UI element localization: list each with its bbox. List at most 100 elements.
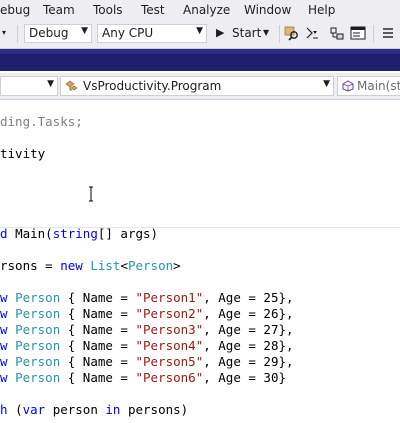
code-token: , Age = 30} — [203, 370, 287, 385]
chevron-down-icon: ▼ — [81, 26, 88, 36]
code-token: rsons = — [0, 258, 61, 273]
solution-config-value: Debug — [29, 26, 69, 40]
type-dropdown[interactable]: VsProductivity.Program ▼ — [60, 76, 334, 96]
toolbar-separator — [279, 25, 280, 43]
code-token: { Name = — [60, 370, 136, 385]
play-icon: ▶ — [216, 26, 225, 39]
member-scope-value: Main(str — [357, 79, 400, 93]
code-token: Main( — [15, 226, 53, 241]
code-line: w Person { Name = "Person6", Age = 30} — [0, 370, 286, 386]
code-token: , Age = 25}, — [203, 290, 294, 305]
chevron-down-icon: ▼ — [196, 26, 203, 36]
properties-icon[interactable] — [350, 25, 366, 41]
code-token: w — [0, 370, 16, 385]
code-token: , Age = 27}, — [203, 322, 294, 337]
code-token: Person — [15, 306, 61, 321]
code-line: w Person { Name = "Person3", Age = 27}, — [0, 322, 294, 338]
toolbox-icon[interactable] — [329, 25, 345, 41]
code-token: , Age = 29}, — [203, 354, 294, 369]
code-token: "Person6" — [135, 370, 204, 385]
menu-debug[interactable]: ebug — [0, 3, 30, 17]
code-token: "Person3" — [135, 322, 204, 337]
code-token: "Person4" — [135, 338, 204, 353]
code-token: persons) — [127, 402, 189, 417]
platform-value: Any CPU — [102, 26, 154, 40]
code-token: , Age = 28}, — [203, 338, 294, 353]
code-token: in — [105, 402, 128, 417]
menu-analyze[interactable]: Analyze — [183, 3, 230, 17]
platform-dropdown[interactable]: Any CPU ▼ — [97, 24, 207, 43]
start-button[interactable]: ▶ Start ▼ — [212, 24, 274, 43]
code-line: tivity — [0, 146, 45, 162]
code-line: ding.Tasks; — [0, 114, 83, 130]
type-scope-value: VsProductivity.Program — [83, 79, 222, 93]
code-token: var — [22, 402, 53, 417]
code-token: { Name = — [60, 290, 136, 305]
code-token: { Name = — [60, 338, 136, 353]
menu-help[interactable]: Help — [308, 3, 335, 17]
code-line: w Person { Name = "Person5", Age = 29}, — [0, 354, 294, 370]
code-token: Person — [15, 338, 61, 353]
code-line: w Person { Name = "Person4", Age = 28}, — [0, 338, 294, 354]
code-token: w — [0, 306, 16, 321]
code-token: , Age = 26}, — [203, 306, 294, 321]
menu-team[interactable]: Team — [43, 3, 75, 17]
code-line: d Main(string[] args) — [0, 226, 158, 242]
chevron-down-icon: ▼ — [47, 79, 54, 89]
code-token: Person — [15, 354, 61, 369]
menu-window[interactable]: Window — [244, 3, 291, 17]
code-token: Person — [127, 258, 174, 273]
document-tab-strip — [0, 49, 400, 71]
code-line: h (var person in persons) — [0, 402, 188, 418]
align-icon[interactable] — [380, 25, 396, 41]
code-token: "Person5" — [135, 354, 204, 369]
code-token: Person — [15, 370, 61, 385]
tab-strip-highlight — [0, 49, 400, 54]
code-token: { Name = — [60, 306, 136, 321]
code-editor[interactable]: ding.Tasks; tivity d Main(string[] args)… — [0, 100, 400, 423]
code-line: w Person { Name = "Person1", Age = 25}, — [0, 290, 294, 306]
find-in-files-icon[interactable] — [284, 25, 300, 41]
toolbar-separator — [373, 25, 374, 43]
class-icon — [65, 80, 78, 91]
code-token: new — [60, 258, 91, 273]
overflow-arrow-icon[interactable]: ▾ — [2, 28, 6, 37]
code-token: ( — [15, 402, 23, 417]
start-label: Start — [232, 26, 262, 40]
code-token: { Name = — [60, 322, 136, 337]
chevron-down-icon[interactable]: ▼ — [263, 28, 269, 37]
code-token: { Name = — [60, 354, 136, 369]
code-token: List — [90, 258, 121, 273]
code-token: "Person2" — [135, 306, 204, 321]
project-dropdown[interactable]: ▼ — [0, 76, 58, 96]
member-dropdown[interactable]: Main(str — [337, 76, 400, 96]
code-token: Person — [15, 322, 61, 337]
menu-test[interactable]: Test — [141, 3, 165, 17]
code-token: "Person1" — [135, 290, 204, 305]
menu-bar: ebug Team Tools Test Analyze Window Help — [0, 0, 400, 20]
step-over-icon[interactable] — [304, 25, 320, 41]
code-token: d — [0, 226, 16, 241]
text-cursor-icon — [89, 186, 93, 202]
code-token: string — [52, 226, 98, 241]
chevron-down-icon: ▼ — [323, 79, 330, 89]
navigation-bar: ▼ VsProductivity.Program ▼ Main(str — [0, 73, 400, 100]
code-token: h — [0, 402, 16, 417]
code-token: Person — [15, 290, 61, 305]
code-token: w — [0, 354, 16, 369]
solution-config-dropdown[interactable]: Debug ▼ — [24, 24, 92, 43]
toolbar-separator — [17, 25, 18, 43]
code-line: rsons = new List<Person> — [0, 258, 181, 274]
code-token: w — [0, 290, 16, 305]
code-token: tivity — [0, 146, 46, 161]
code-token: person — [52, 402, 106, 417]
toolbar: ▾ Debug ▼ Any CPU ▼ ▶ Start ▼ — [0, 20, 400, 49]
code-token: ding.Tasks; — [0, 114, 83, 129]
code-token: [] args) — [97, 226, 159, 241]
code-token: < — [120, 258, 128, 273]
code-token: w — [0, 338, 16, 353]
code-token: > — [173, 258, 181, 273]
code-line: w Person { Name = "Person2", Age = 26}, — [0, 306, 294, 322]
menu-tools[interactable]: Tools — [93, 3, 123, 17]
code-token: w — [0, 322, 16, 337]
